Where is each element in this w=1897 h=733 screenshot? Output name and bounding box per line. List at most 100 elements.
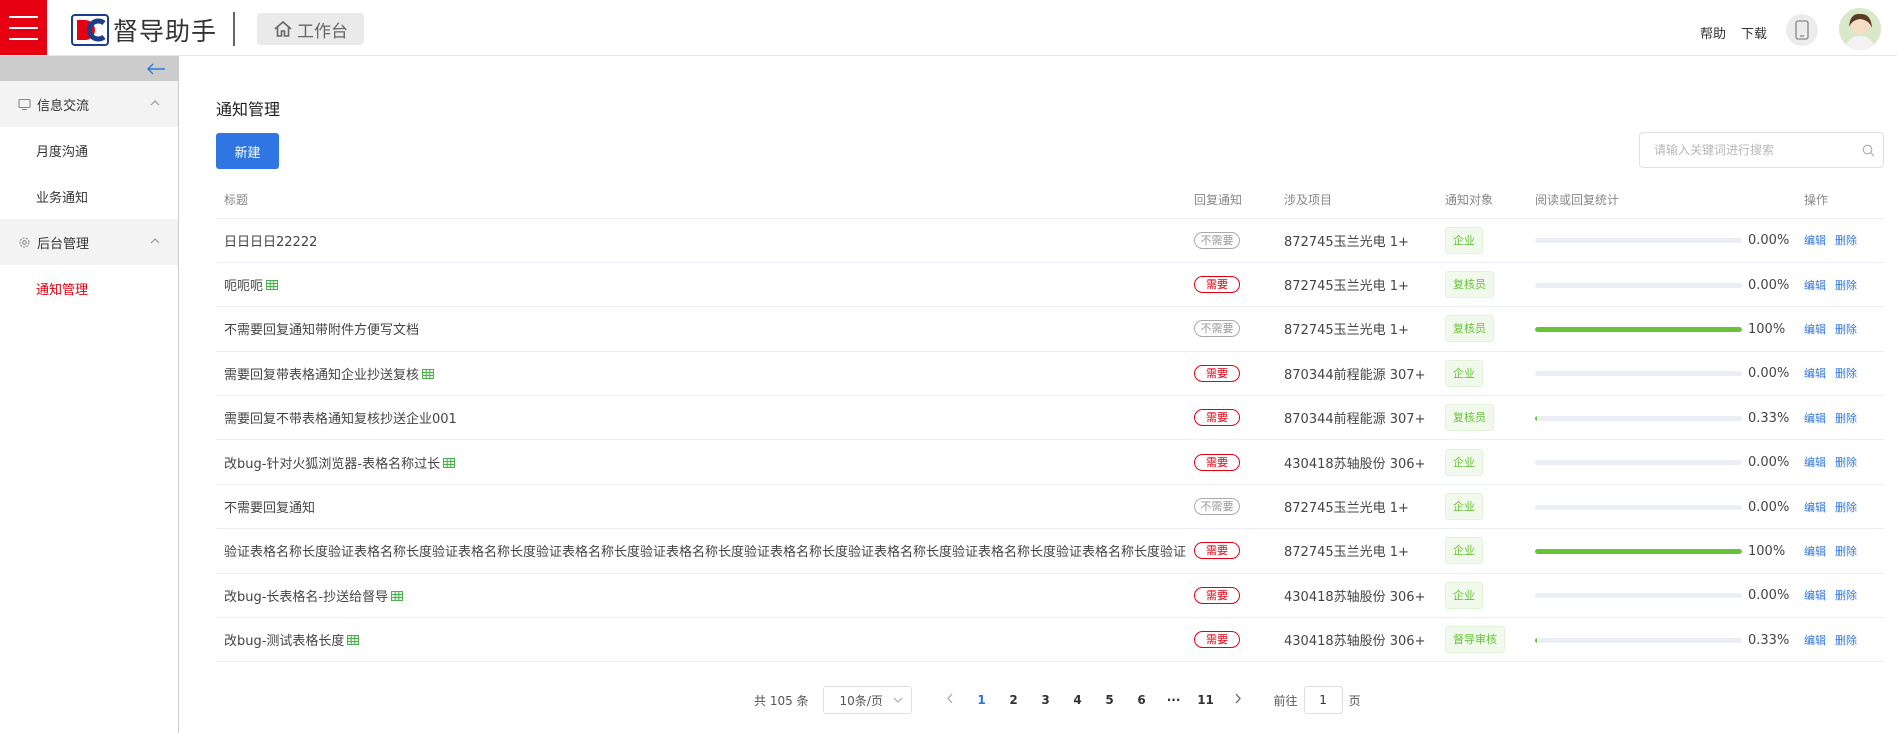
notice-title[interactable]: 不需要回复通知	[224, 501, 315, 516]
edit-link[interactable]: 编辑	[1804, 234, 1826, 247]
row-title-cell: 改bug-测试表格长度	[216, 617, 1186, 663]
page-number-button[interactable]: 11	[1190, 693, 1222, 707]
progress-track	[1535, 371, 1742, 377]
edit-link[interactable]: 编辑	[1804, 323, 1826, 336]
progress-percent: 0.00%	[1748, 499, 1790, 515]
row-stats-cell: 0.00%	[1527, 484, 1796, 530]
edit-link[interactable]: 编辑	[1804, 545, 1826, 558]
delete-link[interactable]: 删除	[1835, 367, 1857, 380]
row-reply-cell: 需要	[1186, 528, 1276, 574]
row-title-cell: 需要回复不带表格通知复核抄送企业001	[216, 395, 1186, 441]
read-progress: 100%	[1535, 322, 1785, 337]
sidebar-item-business-notice[interactable]: 业务通知	[0, 173, 178, 219]
row-stats-cell: 0.00%	[1527, 262, 1796, 308]
edit-link[interactable]: 编辑	[1804, 279, 1826, 292]
sidebar-group-info-exchange[interactable]: 信息交流	[0, 81, 178, 127]
page-ellipsis[interactable]: ···	[1158, 693, 1190, 707]
table-row: 呃呃呃 需要 872745玉兰光电 1+ 复核员 0.00% 编辑 删除	[216, 262, 1884, 308]
page-number-button[interactable]: 1	[966, 693, 998, 707]
row-stats-cell: 0.00%	[1527, 218, 1796, 263]
edit-link[interactable]: 编辑	[1804, 412, 1826, 425]
row-stats-cell: 100%	[1527, 306, 1796, 352]
reply-required-tag: 需要	[1194, 542, 1240, 560]
delete-link[interactable]: 删除	[1835, 634, 1857, 647]
goto-page-input[interactable]	[1303, 686, 1343, 714]
notice-title[interactable]: 需要回复带表格通知企业抄送复核	[224, 368, 419, 383]
reply-required-tag: 需要	[1194, 586, 1240, 604]
row-target-cell: 企业	[1437, 439, 1527, 485]
notice-title[interactable]: 验证表格名称长度验证表格名称长度验证表格名称长度验证表格名称长度验证表格名称长度…	[224, 545, 1186, 560]
user-avatar[interactable]	[1839, 8, 1881, 50]
row-target-cell: 复核员	[1437, 262, 1527, 308]
edit-link[interactable]: 编辑	[1804, 501, 1826, 514]
sidebar-item-monthly-communication[interactable]: 月度沟通	[0, 127, 178, 173]
page-number-button[interactable]: 2	[998, 693, 1030, 707]
delete-link[interactable]: 删除	[1835, 323, 1857, 336]
edit-link[interactable]: 编辑	[1804, 589, 1826, 602]
spreadsheet-icon	[443, 457, 456, 472]
delete-link[interactable]: 删除	[1835, 279, 1857, 292]
progress-track	[1535, 593, 1742, 599]
page-number-button[interactable]: 5	[1094, 693, 1126, 707]
reply-required-tag: 不需要	[1194, 231, 1240, 249]
project-text: 430418苏轴股份 306+	[1284, 634, 1426, 650]
project-text: 872745玉兰光电 1+	[1284, 501, 1409, 517]
row-title-cell: 不需要回复通知	[216, 484, 1186, 530]
delete-link[interactable]: 删除	[1835, 589, 1857, 602]
table-row: 改bug-测试表格长度 需要 430418苏轴股份 306+ 督导审核 0.33% 编辑删…	[216, 617, 1884, 663]
sidebar-group-backend-management[interactable]: 后台管理	[0, 219, 178, 265]
search-icon[interactable]	[1853, 144, 1883, 157]
download-link[interactable]: 下载	[1741, 23, 1767, 42]
sidebar-item-notice-management[interactable]: 通知管理	[0, 265, 178, 311]
delete-link[interactable]: 删除	[1835, 234, 1857, 247]
reply-required-tag: 需要	[1194, 364, 1240, 382]
search-input[interactable]	[1640, 133, 1853, 167]
read-progress: 0.00%	[1535, 366, 1789, 381]
new-notice-button[interactable]: 新建	[216, 133, 279, 169]
notice-title[interactable]: 需要回复不带表格通知复核抄送企业001	[224, 412, 457, 427]
home-icon	[274, 20, 292, 37]
edit-link[interactable]: 编辑	[1804, 634, 1826, 647]
delete-link[interactable]: 删除	[1835, 412, 1857, 425]
page-number-button[interactable]: 3	[1030, 693, 1062, 707]
target-tag: 复核员	[1445, 404, 1494, 432]
notice-title[interactable]: 改bug-测试表格长度	[224, 634, 344, 649]
gear-icon	[18, 236, 31, 249]
page-size-select[interactable]: 10条/页	[822, 686, 912, 714]
prev-page-button[interactable]	[934, 693, 966, 707]
sidebar-collapse-button[interactable]	[0, 56, 178, 81]
header-divider	[233, 12, 235, 46]
project-text: 872745玉兰光电 1+	[1284, 323, 1409, 339]
help-link[interactable]: 帮助	[1700, 23, 1726, 42]
row-title-cell: 日日日日22222	[216, 218, 1186, 263]
next-page-button[interactable]	[1222, 693, 1254, 707]
table-row: 日日日日22222 不需要 872745玉兰光电 1+ 企业 0.00% 编辑 删除	[216, 218, 1884, 263]
app-logo: 督导助手	[71, 12, 217, 48]
row-title-cell: 需要回复带表格通知企业抄送复核	[216, 351, 1186, 397]
read-progress: 0.00%	[1535, 278, 1789, 293]
delete-link[interactable]: 删除	[1835, 456, 1857, 469]
page-size-value: 10条/页	[839, 693, 883, 708]
notice-title[interactable]: 改bug-针对火狐浏览器-表格名称过长	[224, 457, 440, 472]
notice-title[interactable]: 日日日日22222	[224, 235, 317, 250]
page-number-button[interactable]: 4	[1062, 693, 1094, 707]
notice-title[interactable]: 呃呃呃	[224, 279, 263, 294]
delete-link[interactable]: 删除	[1835, 545, 1857, 558]
edit-link[interactable]: 编辑	[1804, 456, 1826, 469]
progress-fill	[1535, 326, 1742, 332]
menu-toggle-button[interactable]	[0, 0, 47, 55]
notice-title[interactable]: 改bug-长表格名-抄送给督导	[224, 590, 388, 605]
delete-link[interactable]: 删除	[1835, 501, 1857, 514]
page-number-button[interactable]: 6	[1126, 693, 1158, 707]
project-text: 870344前程能源 307+	[1284, 367, 1426, 383]
row-reply-cell: 不需要	[1186, 218, 1276, 263]
notice-title[interactable]: 不需要回复通知带附件方便写文档	[224, 323, 419, 338]
row-actions-cell: 编辑 删除	[1796, 484, 1884, 530]
progress-percent: 0.33%	[1748, 632, 1790, 648]
progress-track	[1535, 282, 1742, 288]
reply-required-tag: 不需要	[1194, 320, 1240, 338]
mobile-app-button[interactable]	[1786, 14, 1818, 46]
spreadsheet-icon	[266, 279, 279, 294]
workbench-button[interactable]: 工作台	[257, 13, 364, 45]
edit-link[interactable]: 编辑	[1804, 367, 1826, 380]
